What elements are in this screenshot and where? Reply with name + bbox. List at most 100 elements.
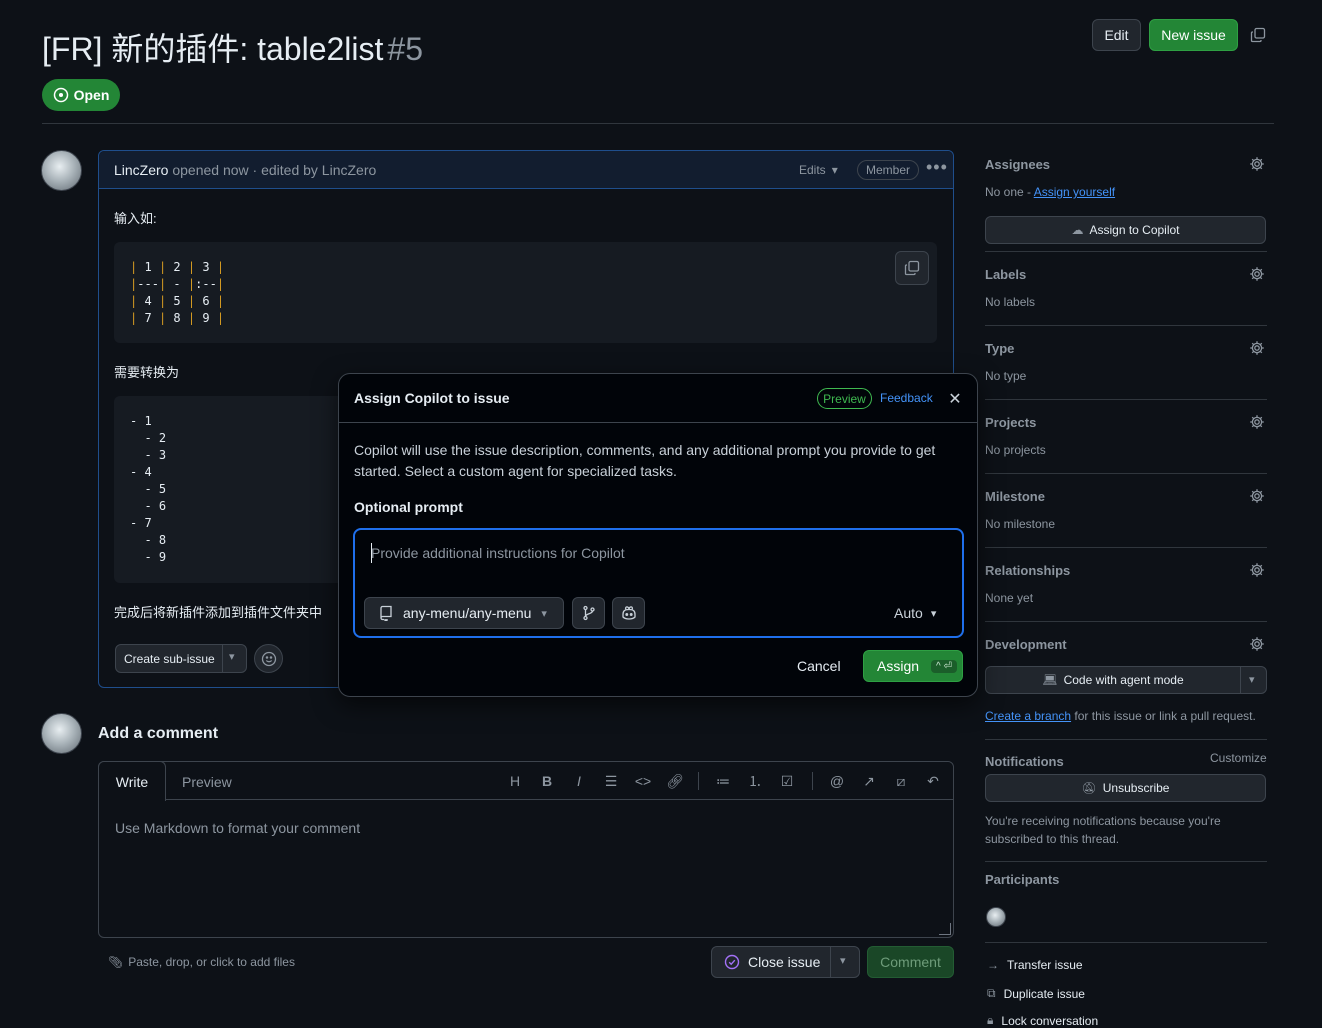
issue-state-badge: Open — [42, 79, 120, 111]
relationships-title: Relationships — [985, 563, 1071, 578]
model-select[interactable]: Auto ▾ — [894, 605, 936, 621]
code-with-agent-mode-main[interactable]: 💻︎ Code with agent mode — [986, 667, 1240, 693]
current-user-avatar — [41, 713, 82, 754]
italic-icon[interactable]: I — [570, 772, 588, 790]
assignees-title: Assignees — [985, 157, 1051, 172]
author-avatar[interactable] — [41, 150, 82, 191]
new-issue-button[interactable]: New issue — [1149, 19, 1238, 51]
cancel-button[interactable]: Cancel — [797, 658, 841, 674]
add-reaction-icon[interactable] — [254, 644, 283, 673]
relationships-gear-icon[interactable] — [1249, 562, 1265, 578]
transfer-issue-label: Transfer issue — [1007, 958, 1083, 972]
split-divider — [1240, 667, 1241, 693]
notifications-note: You're receiving notifications because y… — [985, 814, 1221, 846]
comment-author-link[interactable]: LincZero — [114, 162, 168, 178]
type-gear-icon[interactable] — [1249, 340, 1265, 356]
text-cursor — [371, 543, 372, 563]
optional-prompt-label: Optional prompt — [354, 499, 463, 515]
tab-preview[interactable]: Preview — [182, 774, 232, 790]
cross-reference-icon[interactable]: ↗ — [860, 772, 878, 790]
slash-commands-icon[interactable]: ⧄ — [892, 772, 910, 790]
milestone-gear-icon[interactable] — [1249, 488, 1265, 504]
arrow-right-icon: → — [987, 958, 999, 972]
duplicate-icon: ⧉ — [987, 986, 996, 1000]
sidebar-divider — [985, 251, 1267, 252]
projects-title: Projects — [985, 415, 1037, 430]
labels-gear-icon[interactable] — [1249, 266, 1265, 282]
quote-icon[interactable]: ☰ — [602, 772, 620, 790]
create-sub-issue-button[interactable]: Create sub-issue ▾ — [115, 644, 247, 673]
edits-dropdown[interactable]: Edits ▾ — [799, 163, 838, 177]
unordered-list-icon[interactable]: ≔ — [714, 772, 732, 790]
bell-slash-icon: 🔕︎ — [1081, 781, 1097, 795]
attach-files-hint[interactable]: 📎︎ Paste, drop, or click to add files — [108, 955, 295, 969]
copy-link-icon[interactable] — [1249, 26, 1267, 44]
labels-title: Labels — [985, 267, 1027, 282]
custom-agent-button[interactable] — [612, 597, 645, 629]
branch-select-button[interactable] — [572, 597, 605, 629]
sidebar-divider — [985, 861, 1267, 862]
mention-icon[interactable]: @ — [828, 772, 846, 790]
edit-title-button[interactable]: Edit — [1092, 19, 1141, 51]
ordered-list-icon[interactable]: ⒈ — [746, 772, 764, 790]
close-issue-button[interactable]: Close issue ▾ — [711, 946, 860, 978]
code-icon[interactable]: <> — [634, 772, 652, 790]
milestone-value: No milestone — [985, 517, 1056, 531]
copilot-icon — [621, 605, 637, 621]
link-icon[interactable]: 🔗︎ — [666, 772, 684, 790]
code-line: | 1 | 2 | 3 | — [130, 260, 225, 274]
undo-icon[interactable]: ↶ — [924, 772, 942, 790]
type-title: Type — [985, 341, 1015, 356]
development-gear-icon[interactable] — [1249, 636, 1265, 652]
assign-copilot-dialog: Assign Copilot to issue Preview Feedback… — [338, 373, 978, 697]
task-list-icon[interactable]: ☑ — [778, 772, 796, 790]
transfer-issue-action[interactable]: → Transfer issue — [987, 958, 1083, 972]
assignees-gear-icon[interactable] — [1249, 156, 1265, 172]
preview-badge: Preview — [817, 388, 872, 409]
comment-submit-button[interactable]: Comment — [867, 946, 954, 978]
assign-label: Assign — [877, 658, 920, 674]
resize-handle[interactable] — [939, 923, 951, 935]
heading-icon[interactable]: H — [506, 772, 524, 790]
participant-avatar[interactable] — [986, 907, 1006, 927]
projects-gear-icon[interactable] — [1249, 414, 1265, 430]
sidebar-divider — [985, 399, 1267, 400]
notifications-title: Notifications — [985, 754, 1064, 769]
repository-select[interactable]: any-menu/any-menu ▾ — [364, 597, 564, 629]
comment-editor: Write Preview Use Markdown to format you… — [98, 761, 954, 938]
tab-write[interactable]: Write — [98, 761, 166, 801]
assign-shortcut-hint: ^ ⏎ — [931, 659, 957, 673]
feedback-link[interactable]: Feedback — [880, 391, 933, 405]
git-branch-icon — [582, 605, 596, 621]
duplicate-issue-action[interactable]: ⧉ Duplicate issue — [987, 986, 1085, 1001]
kebab-menu-icon[interactable]: ••• — [926, 157, 948, 178]
caret-down-icon: ▾ — [541, 607, 547, 620]
edits-label: Edits — [799, 163, 826, 177]
close-icon[interactable]: ✕ — [944, 388, 966, 410]
assign-button[interactable]: Assign ^ ⏎ — [863, 650, 963, 682]
unsubscribe-button[interactable]: 🔕︎ Unsubscribe — [985, 774, 1266, 802]
assign-to-copilot-label: Assign to Copilot — [1089, 223, 1180, 237]
prompt-input[interactable]: Provide additional instructions for Copi… — [371, 545, 625, 561]
comment-textarea[interactable]: Use Markdown to format your comment — [115, 820, 360, 836]
sidebar-divider — [985, 325, 1267, 326]
issue-open-icon — [53, 87, 69, 103]
labels-value: No labels — [985, 295, 1036, 309]
dialog-divider — [339, 422, 977, 423]
caret-down-icon[interactable]: ▾ — [1249, 673, 1255, 686]
assign-yourself-link[interactable]: Assign yourself — [1034, 185, 1115, 199]
check-circle-icon — [724, 954, 740, 970]
assign-to-copilot-button[interactable]: ☁︎ Assign to Copilot — [985, 216, 1266, 244]
bold-icon[interactable]: B — [538, 772, 556, 790]
duplicate-issue-label: Duplicate issue — [1003, 986, 1085, 1001]
copy-code-icon[interactable] — [895, 251, 929, 285]
create-branch-link[interactable]: Create a branch — [985, 709, 1071, 723]
convert-text: 需要转换为 — [114, 365, 180, 380]
customize-notifications-link[interactable]: Customize — [1210, 751, 1267, 765]
code-with-agent-mode-button[interactable]: 💻︎ Code with agent mode ▾ — [985, 666, 1267, 694]
issue-state-label: Open — [73, 87, 110, 103]
type-value: No type — [985, 369, 1027, 383]
participants-title: Participants — [985, 872, 1060, 887]
sidebar-divider — [985, 473, 1267, 474]
sidebar-divider — [985, 739, 1267, 740]
